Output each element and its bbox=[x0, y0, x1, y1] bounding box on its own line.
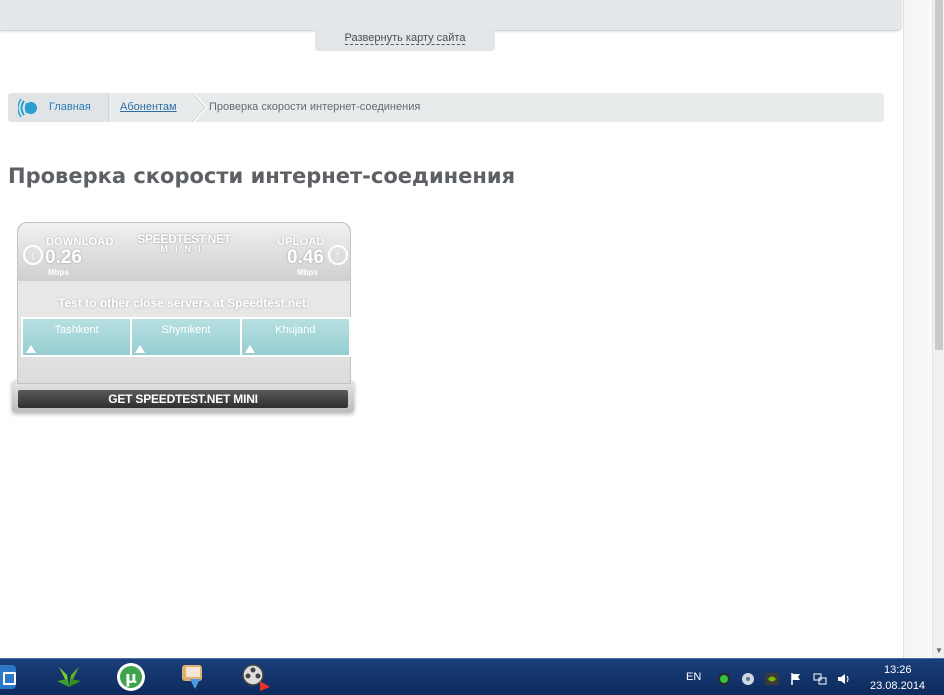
server-name: Khujand bbox=[275, 324, 316, 336]
clock-time[interactable]: 13:26 bbox=[884, 664, 912, 676]
triangle-up-icon bbox=[244, 345, 255, 353]
server-shymkent-button[interactable]: Shymkent bbox=[132, 319, 242, 355]
sitemap-toggle-button[interactable]: Развернуть карту сайта bbox=[315, 30, 495, 51]
svg-text:µ: µ bbox=[125, 668, 137, 687]
site-header bbox=[0, 0, 902, 31]
download-arrow-icon: ↓ bbox=[23, 245, 43, 265]
server-name: Shymkent bbox=[161, 324, 211, 336]
volume-icon[interactable] bbox=[837, 672, 851, 686]
vertical-scrollbar[interactable]: ▼ bbox=[932, 0, 944, 658]
disc-icon[interactable] bbox=[741, 672, 755, 686]
downloader-icon[interactable] bbox=[178, 661, 210, 693]
triangle-up-icon bbox=[26, 345, 36, 353]
start-button[interactable] bbox=[0, 665, 16, 689]
speedtest-widget: ↓ DOWNLOAD 0.26 Mbps SPEEDTEST.NET MINI … bbox=[8, 222, 358, 420]
clock-date[interactable]: 23.08.2014 bbox=[870, 680, 925, 692]
language-indicator[interactable]: EN bbox=[686, 671, 701, 683]
upload-value: 0.46 bbox=[287, 247, 324, 268]
test-servers-text: Test to other close servers at Speedtest… bbox=[58, 296, 310, 310]
breadcrumb-home-link[interactable]: Главная bbox=[49, 101, 91, 113]
upload-unit: Mbps bbox=[297, 268, 318, 277]
breadcrumb-separator-icon bbox=[192, 93, 208, 122]
nvidia-icon[interactable] bbox=[765, 672, 779, 686]
media-player-icon[interactable] bbox=[240, 661, 272, 693]
speedtest-body: ↓ DOWNLOAD 0.26 Mbps SPEEDTEST.NET MINI … bbox=[17, 222, 351, 384]
network-icon[interactable] bbox=[813, 672, 827, 686]
green-status-icon[interactable] bbox=[717, 672, 731, 686]
speedtest-brand-sub: MINI bbox=[160, 244, 208, 254]
download-value: 0.26 bbox=[45, 247, 82, 268]
download-unit: Mbps bbox=[48, 268, 69, 277]
server-name: Tashkent bbox=[54, 324, 99, 336]
provider-logo-icon bbox=[18, 98, 37, 118]
server-khujand-button[interactable]: Khujand bbox=[241, 319, 349, 355]
upload-arrow-icon: ↑ bbox=[328, 245, 348, 265]
scroll-down-arrow-icon[interactable]: ▼ bbox=[934, 646, 944, 656]
scrollbar-thumb[interactable] bbox=[935, 0, 943, 350]
page-title: Проверка скорости интернет-соединения bbox=[8, 164, 516, 188]
breadcrumb: Главная Абонентам Проверка скорости инте… bbox=[8, 93, 884, 122]
action-center-flag-icon[interactable] bbox=[789, 672, 803, 686]
triangle-up-icon bbox=[135, 345, 146, 353]
breadcrumb-home[interactable]: Главная bbox=[8, 93, 109, 122]
breadcrumb-section-link[interactable]: Абонентам bbox=[120, 101, 177, 113]
butterfly-app-icon[interactable] bbox=[53, 661, 85, 693]
taskbar: µ EN 13:26 23.08.2014 bbox=[0, 658, 944, 695]
page-shadow bbox=[904, 0, 932, 658]
breadcrumb-current: Проверка скорости интернет-соединения bbox=[209, 101, 421, 113]
get-speedtest-mini-button[interactable]: GET SPEEDTEST.NET MINI bbox=[18, 390, 348, 408]
server-list: Tashkent Shymkent Khujand bbox=[21, 317, 351, 357]
utorrent-icon[interactable]: µ bbox=[115, 661, 147, 693]
server-tashkent-button[interactable]: Tashkent bbox=[23, 319, 133, 355]
sitemap-toggle-label: Развернуть карту сайта bbox=[344, 32, 466, 45]
